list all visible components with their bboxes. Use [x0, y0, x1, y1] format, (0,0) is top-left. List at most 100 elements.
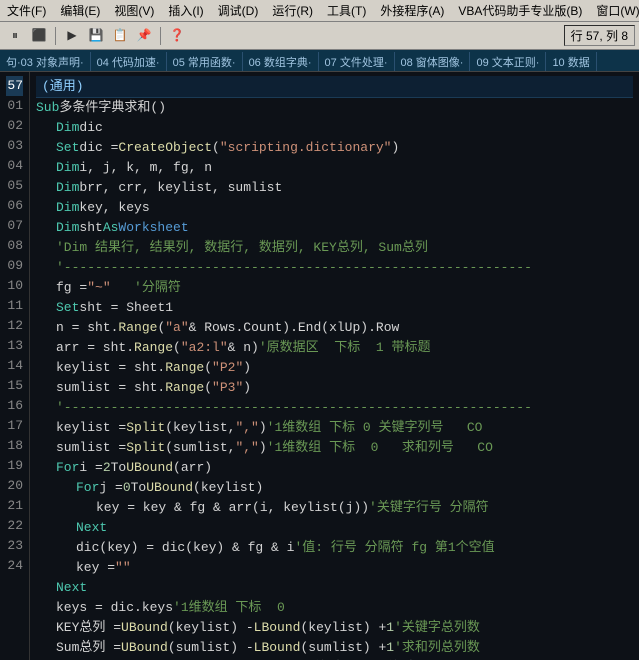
close-split-2: ): [259, 438, 267, 458]
stop-btn[interactable]: ⬛: [28, 25, 50, 47]
fn-split-1: Split: [126, 418, 165, 438]
vars-key: key, keys: [79, 198, 149, 218]
var-sht-decl: sht: [79, 218, 102, 238]
cmt-keytotal: '关键字总列数: [394, 618, 480, 638]
tab-03[interactable]: 句·03 对象声明·: [0, 52, 91, 72]
menu-file[interactable]: 文件(F): [4, 2, 49, 19]
kw-dim-2: Dim: [56, 158, 79, 178]
close-p2: ): [243, 358, 251, 378]
code-line-12: arr = sht. Range ( "a2:l" & n) '原数据区 下标 …: [36, 338, 633, 358]
menu-window[interactable]: 窗口(W): [593, 2, 639, 19]
code-line-01: Sub 多条件字典求和(): [36, 98, 633, 118]
run-btn[interactable]: ▶: [61, 25, 83, 47]
linenum-15: 15: [6, 376, 23, 396]
tab-07[interactable]: 07 文件处理·: [319, 52, 395, 72]
assign-arr: arr = sht.: [56, 338, 134, 358]
menu-edit[interactable]: 编辑(E): [57, 2, 103, 19]
copy-btn[interactable]: 📋: [109, 25, 131, 47]
expr-sumtotal-2: (sumlist) +: [300, 638, 386, 658]
assign-dic-key: dic(key) = dic(key) & fg & i: [76, 538, 294, 558]
kw-dim-3: Dim: [56, 178, 79, 198]
tab-09[interactable]: 09 文本正则·: [470, 52, 546, 72]
linenum-18: 18: [6, 436, 23, 456]
assign-sumlist: sumlist = sht.: [56, 378, 165, 398]
cmt-arr: '原数据区 下标 1 带标题: [259, 338, 431, 358]
code-line-02: Dim dic: [36, 118, 633, 138]
toolbar: ⏸ ⬛ ▶ 💾 📋 📌 ❓ 行 57, 列 8: [0, 22, 639, 50]
code-line-keys: keys = dic.keys '1维数组 下标 0: [36, 598, 633, 618]
linenum-13: 13: [6, 336, 23, 356]
close-p3: ): [243, 378, 251, 398]
linenum-04: 04: [6, 156, 23, 176]
str-comma-2: ",": [235, 438, 258, 458]
menu-addins[interactable]: 外接程序(A): [377, 2, 447, 19]
expr-keytotal: (keylist) -: [168, 618, 254, 638]
code-line-19: key = key & fg & arr(i, keylist(j)) '关键字…: [36, 498, 633, 518]
tab-06[interactable]: 06 数组字典·: [243, 52, 319, 72]
vars-brr: brr, crr, keylist, sumlist: [79, 178, 282, 198]
linenum-23: 23: [6, 536, 23, 556]
menu-debug[interactable]: 调试(D): [215, 2, 262, 19]
line-numbers: 57 01 02 03 04 05 06 07 08 09 10 11 12 1…: [0, 72, 30, 660]
tab-08[interactable]: 08 窗体图像·: [395, 52, 471, 72]
menu-vba-helper[interactable]: VBA代码助手专业版(B): [455, 2, 585, 19]
code-line-13: keylist = sht. Range ( "P2" ): [36, 358, 633, 378]
cmt-sumlist: '1维数组 下标 0 求和列号 CO: [267, 438, 493, 458]
code-content[interactable]: (通用) Sub 多条件字典求和() Dim dic Set dic = Cre…: [30, 72, 639, 660]
help-btn[interactable]: ❓: [166, 25, 188, 47]
fn-ubound-1: UBound: [126, 458, 173, 478]
kw-next-j: Next: [76, 518, 107, 538]
cursor-status: 行 57, 列 8: [564, 25, 635, 46]
cmt-dic: '值: 行号 分隔符 fg 第1个空值: [294, 538, 494, 558]
cmt-dash-1: '---------------------------------------…: [56, 258, 532, 278]
save-btn[interactable]: 💾: [85, 25, 107, 47]
menu-view[interactable]: 视图(V): [111, 2, 157, 19]
assign-keytotal: KEY总列 =: [56, 618, 121, 638]
code-line-09: fg = "~" '分隔符: [36, 278, 633, 298]
tab-05[interactable]: 05 常用函数·: [167, 52, 243, 72]
paren-split-1: (keylist,: [165, 418, 235, 438]
menu-run[interactable]: 运行(R): [269, 2, 316, 19]
linenum-05: 05: [6, 176, 23, 196]
paren-ubound-2: (keylist): [193, 478, 263, 498]
kw-dim-4: Dim: [56, 198, 79, 218]
menu-insert[interactable]: 插入(I): [165, 2, 206, 19]
fn-range-3: Range: [165, 358, 204, 378]
fn-ubound-2: UBound: [146, 478, 193, 498]
code-line-18: For j = 0 To UBound (keylist): [36, 478, 633, 498]
linenum-08: 08: [6, 236, 23, 256]
fn-split-2: Split: [126, 438, 165, 458]
fn-ubound-sum: UBound: [121, 638, 168, 658]
for-i-expr: i =: [79, 458, 102, 478]
code-line-11: n = sht. Range ( "a" & Rows.Count).End(x…: [36, 318, 633, 338]
cmt-dash-2: '---------------------------------------…: [56, 398, 532, 418]
fn-range-2: Range: [134, 338, 173, 358]
num-1a: 1: [386, 618, 394, 638]
linenum-03: 03: [6, 136, 23, 156]
linenum-02: 02: [6, 116, 23, 136]
fn-lbound-key: LBound: [254, 618, 301, 638]
paren-1: (: [212, 138, 220, 158]
paste-btn[interactable]: 📌: [133, 25, 155, 47]
num-2: 2: [103, 458, 111, 478]
linenum-19: 19: [6, 456, 23, 476]
menu-tools[interactable]: 工具(T): [324, 2, 369, 19]
code-line-08: 'Dim 结果行, 结果列, 数据行, 数据列, KEY总列, Sum总列: [36, 238, 633, 258]
assign-key: key = key & fg & arr(i, keylist(j)): [96, 498, 369, 518]
assign-keys: keys = dic.keys: [56, 598, 173, 618]
num-0: 0: [123, 478, 131, 498]
linenum-21: 21: [6, 496, 23, 516]
linenum-12: 12: [6, 316, 23, 336]
pause-btn[interactable]: ⏸: [4, 25, 26, 47]
fn-name: 多条件字典求和(): [59, 98, 166, 118]
tab-10[interactable]: 10 数据: [546, 52, 596, 72]
tab-04[interactable]: 04 代码加速·: [91, 52, 167, 72]
kw-for-i: For: [56, 458, 79, 478]
paren-ubound-1: (arr): [173, 458, 212, 478]
linenum-07: 07: [6, 216, 23, 236]
paren-p2: (: [204, 358, 212, 378]
code-line-03: Set dic = CreateObject ( "scripting.dict…: [36, 138, 633, 158]
str-comma-1: ",": [235, 418, 258, 438]
code-line-04: Dim i, j, k, m, fg, n: [36, 158, 633, 178]
cmt-fenge: '分隔符: [134, 278, 181, 298]
